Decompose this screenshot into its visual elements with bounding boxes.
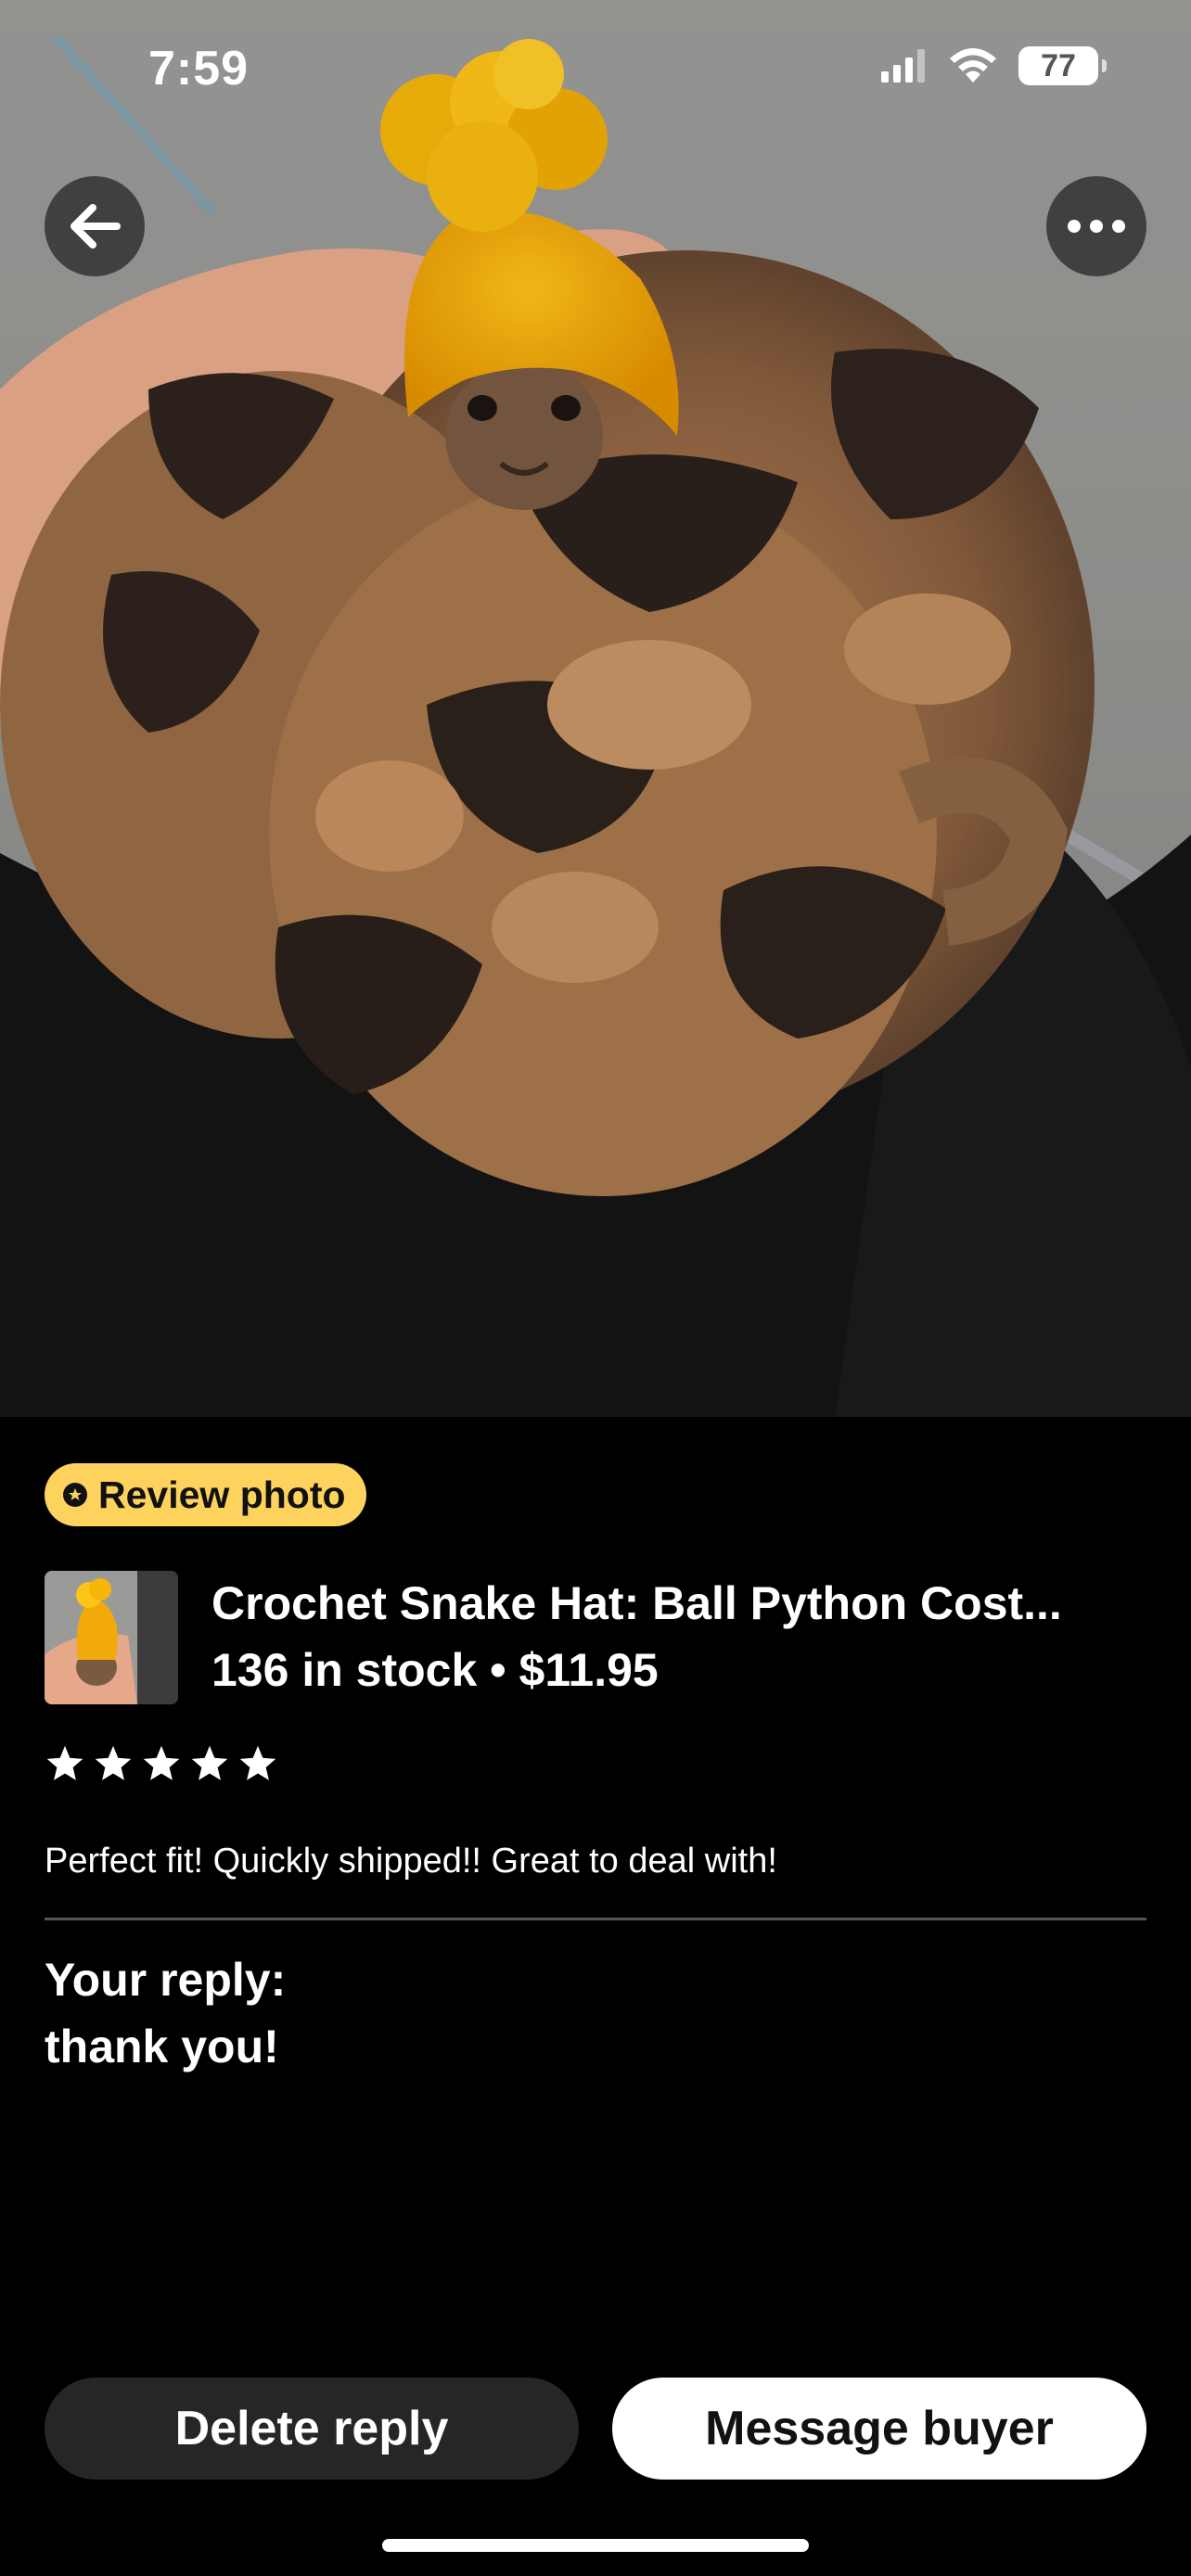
ellipsis-icon bbox=[1068, 220, 1125, 233]
battery-icon: 77 bbox=[1018, 46, 1107, 85]
star-icon bbox=[191, 1745, 228, 1780]
home-indicator[interactable] bbox=[382, 2539, 809, 2552]
snake-photo-illustration bbox=[0, 0, 1191, 1417]
product-row[interactable]: Crochet Snake Hat: Ball Python Cost... 1… bbox=[45, 1571, 1148, 1706]
more-options-button[interactable] bbox=[1046, 176, 1146, 276]
status-icons: 77 bbox=[881, 46, 1107, 85]
back-button[interactable] bbox=[45, 176, 145, 276]
arrow-left-icon bbox=[70, 204, 121, 249]
product-title[interactable]: Crochet Snake Hat: Ball Python Cost... bbox=[211, 1576, 1148, 1630]
status-time: 7:59 bbox=[148, 42, 250, 96]
product-stock-price: 136 in stock • $11.95 bbox=[211, 1644, 659, 1696]
cellular-signal-icon bbox=[881, 49, 925, 83]
star-icon bbox=[95, 1745, 132, 1780]
review-badge-icon bbox=[63, 1483, 87, 1507]
star-rating bbox=[45, 1743, 278, 1784]
wifi-icon bbox=[950, 48, 996, 83]
review-text: Perfect fit! Quickly shipped!! Great to … bbox=[45, 1842, 777, 1881]
message-buyer-button[interactable]: Message buyer bbox=[612, 2378, 1146, 2480]
divider bbox=[45, 1918, 1146, 1920]
product-thumbnail[interactable] bbox=[45, 1571, 178, 1704]
reply-label: Your reply: bbox=[45, 1954, 287, 2006]
star-icon bbox=[143, 1745, 180, 1780]
star-icon bbox=[46, 1745, 83, 1780]
battery-level: 77 bbox=[1041, 47, 1076, 83]
reply-text: thank you! bbox=[45, 2021, 279, 2072]
review-photo[interactable] bbox=[0, 0, 1191, 1417]
status-bar: 7:59 77 bbox=[0, 0, 1191, 139]
star-icon bbox=[239, 1745, 276, 1780]
delete-reply-button[interactable]: Delete reply bbox=[45, 2378, 579, 2480]
review-photo-badge: Review photo bbox=[45, 1463, 366, 1526]
review-photo-label: Review photo bbox=[98, 1473, 346, 1516]
